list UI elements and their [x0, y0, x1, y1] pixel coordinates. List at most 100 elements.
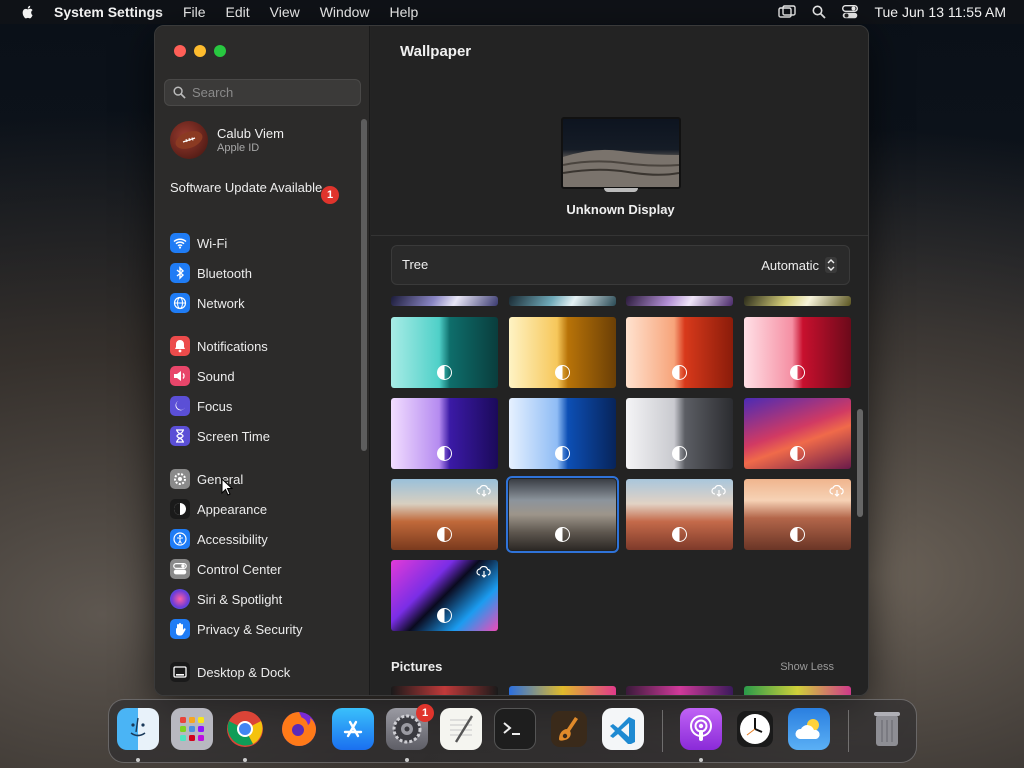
menu-window[interactable]: Window	[320, 4, 370, 20]
search-input[interactable]	[192, 85, 352, 100]
dynamic-mode-icon	[790, 527, 805, 542]
sidebar-item-appearance[interactable]: Appearance	[170, 498, 267, 520]
search-field[interactable]	[164, 79, 361, 106]
download-cloud-icon[interactable]	[829, 485, 845, 497]
clock-icon[interactable]	[734, 708, 776, 750]
wallpaper-tile-selected[interactable]	[506, 476, 619, 553]
running-indicator	[405, 758, 409, 762]
sidebar-item-control-center[interactable]: Control Center	[170, 558, 282, 580]
menu-help[interactable]: Help	[390, 4, 419, 20]
sidebar-item-network[interactable]: Network	[170, 292, 245, 314]
download-cloud-icon[interactable]	[476, 566, 492, 578]
sidebar-item-label: Focus	[197, 398, 233, 414]
sidebar-item-wifi[interactable]: Wi-Fi	[170, 232, 227, 254]
wallpaper-grid	[391, 296, 851, 695]
apple-id-profile[interactable]: Calub Viem Apple ID	[170, 121, 284, 159]
menu-clock[interactable]: Tue Jun 13 11:55 AM	[874, 4, 1006, 20]
wallpaper-tile[interactable]	[391, 560, 498, 631]
dock: 1	[108, 699, 917, 763]
minimize-button[interactable]	[194, 45, 206, 57]
apple-menu-icon[interactable]	[20, 4, 36, 20]
show-less-button[interactable]: Show Less	[780, 661, 834, 673]
wallpaper-tile[interactable]	[391, 479, 498, 550]
dynamic-mode-icon	[672, 527, 687, 542]
close-button[interactable]	[174, 45, 186, 57]
selected-wallpaper-name: Tree	[402, 257, 429, 272]
wallpaper-tile[interactable]	[744, 317, 851, 388]
textedit-icon[interactable]	[440, 708, 482, 750]
sidebar-item-focus[interactable]: Focus	[170, 395, 232, 417]
wallpaper-tile[interactable]	[391, 398, 498, 469]
display-preview	[561, 117, 681, 189]
sidebar-item-siri-spotlight[interactable]: Siri & Spotlight	[170, 588, 282, 610]
download-cloud-icon[interactable]	[711, 485, 727, 497]
terminal-icon[interactable]	[494, 708, 536, 750]
wallpaper-tile[interactable]	[626, 398, 733, 469]
wallpaper-tile[interactable]	[509, 398, 616, 469]
dynamic-mode-icon	[790, 446, 805, 461]
sidebar-item-desktop-dock[interactable]: Desktop & Dock	[170, 661, 290, 683]
picture-tile[interactable]	[744, 686, 851, 695]
menu-bar: System Settings File Edit View Window He…	[0, 0, 1024, 24]
menu-edit[interactable]: Edit	[226, 4, 250, 20]
page-title: Wallpaper	[400, 43, 472, 60]
sidebar-item-accessibility[interactable]: Accessibility	[170, 528, 268, 550]
screen-mirroring-icon[interactable]	[778, 5, 797, 19]
appearance-mode-value: Automatic	[761, 257, 819, 273]
wallpaper-tile[interactable]	[626, 296, 733, 306]
sidebar-item-bluetooth[interactable]: Bluetooth	[170, 262, 252, 284]
sidebar-item-sound[interactable]: Sound	[170, 365, 235, 387]
wallpaper-tile[interactable]	[744, 479, 851, 550]
sidebar-item-screen-time[interactable]: Screen Time	[170, 425, 270, 447]
podcasts-icon[interactable]	[680, 708, 722, 750]
garageband-icon[interactable]	[548, 708, 590, 750]
wallpaper-tile[interactable]	[626, 317, 733, 388]
pictures-section-title: Pictures	[391, 659, 443, 674]
menu-app-name[interactable]: System Settings	[54, 4, 163, 20]
appearance-mode-select[interactable]: Automatic	[761, 257, 837, 273]
dynamic-mode-icon	[555, 446, 570, 461]
running-indicator	[136, 758, 140, 762]
dynamic-mode-icon	[555, 365, 570, 380]
settings-window: Calub Viem Apple ID Software Update Avai…	[154, 25, 869, 696]
finder-icon[interactable]	[117, 708, 159, 750]
sidebar-item-label: Wi-Fi	[197, 235, 228, 251]
vscode-icon[interactable]	[602, 708, 644, 750]
globe-icon	[170, 293, 190, 313]
download-cloud-icon[interactable]	[476, 485, 492, 497]
chrome-icon[interactable]	[224, 708, 266, 750]
menu-view[interactable]: View	[270, 4, 300, 20]
wallpaper-scrollbar[interactable]	[857, 409, 863, 517]
profile-name: Calub Viem	[217, 126, 284, 141]
wifi-icon	[170, 233, 190, 253]
sidebar-scrollbar[interactable]	[361, 119, 367, 451]
picture-tile[interactable]	[391, 686, 498, 695]
spotlight-search-icon[interactable]	[812, 5, 827, 19]
picture-tile[interactable]	[626, 686, 733, 695]
firefox-icon[interactable]	[278, 708, 320, 750]
sidebar-item-label: Privacy & Security	[197, 621, 303, 637]
menu-file[interactable]: File	[183, 4, 206, 20]
trash-icon[interactable]	[866, 708, 908, 750]
siri-icon	[170, 589, 190, 609]
sidebar-item-label: Bluetooth	[197, 265, 252, 281]
wallpaper-tile[interactable]	[509, 296, 616, 306]
sidebar-item-label: Siri & Spotlight	[197, 591, 283, 607]
wallpaper-tile[interactable]	[744, 398, 851, 469]
zoom-button[interactable]	[214, 45, 226, 57]
wallpaper-tile[interactable]	[391, 296, 498, 306]
app-store-icon[interactable]	[332, 708, 374, 750]
wallpaper-tile[interactable]	[509, 317, 616, 388]
control-center-icon[interactable]	[842, 5, 859, 19]
launchpad-icon[interactable]	[171, 708, 213, 750]
weather-icon[interactable]	[788, 708, 830, 750]
wallpaper-tile[interactable]	[626, 479, 733, 550]
sidebar-item-privacy-security[interactable]: Privacy & Security	[170, 618, 302, 640]
wallpaper-tile[interactable]	[744, 296, 851, 306]
sidebar-item-label: Desktop & Dock	[197, 664, 291, 680]
picture-tile[interactable]	[509, 686, 616, 695]
sidebar-item-displays-partial[interactable]	[170, 690, 190, 695]
wallpaper-tile[interactable]	[391, 317, 498, 388]
software-update-item[interactable]: Software Update Available	[170, 180, 340, 196]
sidebar-item-notifications[interactable]: Notifications	[170, 335, 268, 357]
